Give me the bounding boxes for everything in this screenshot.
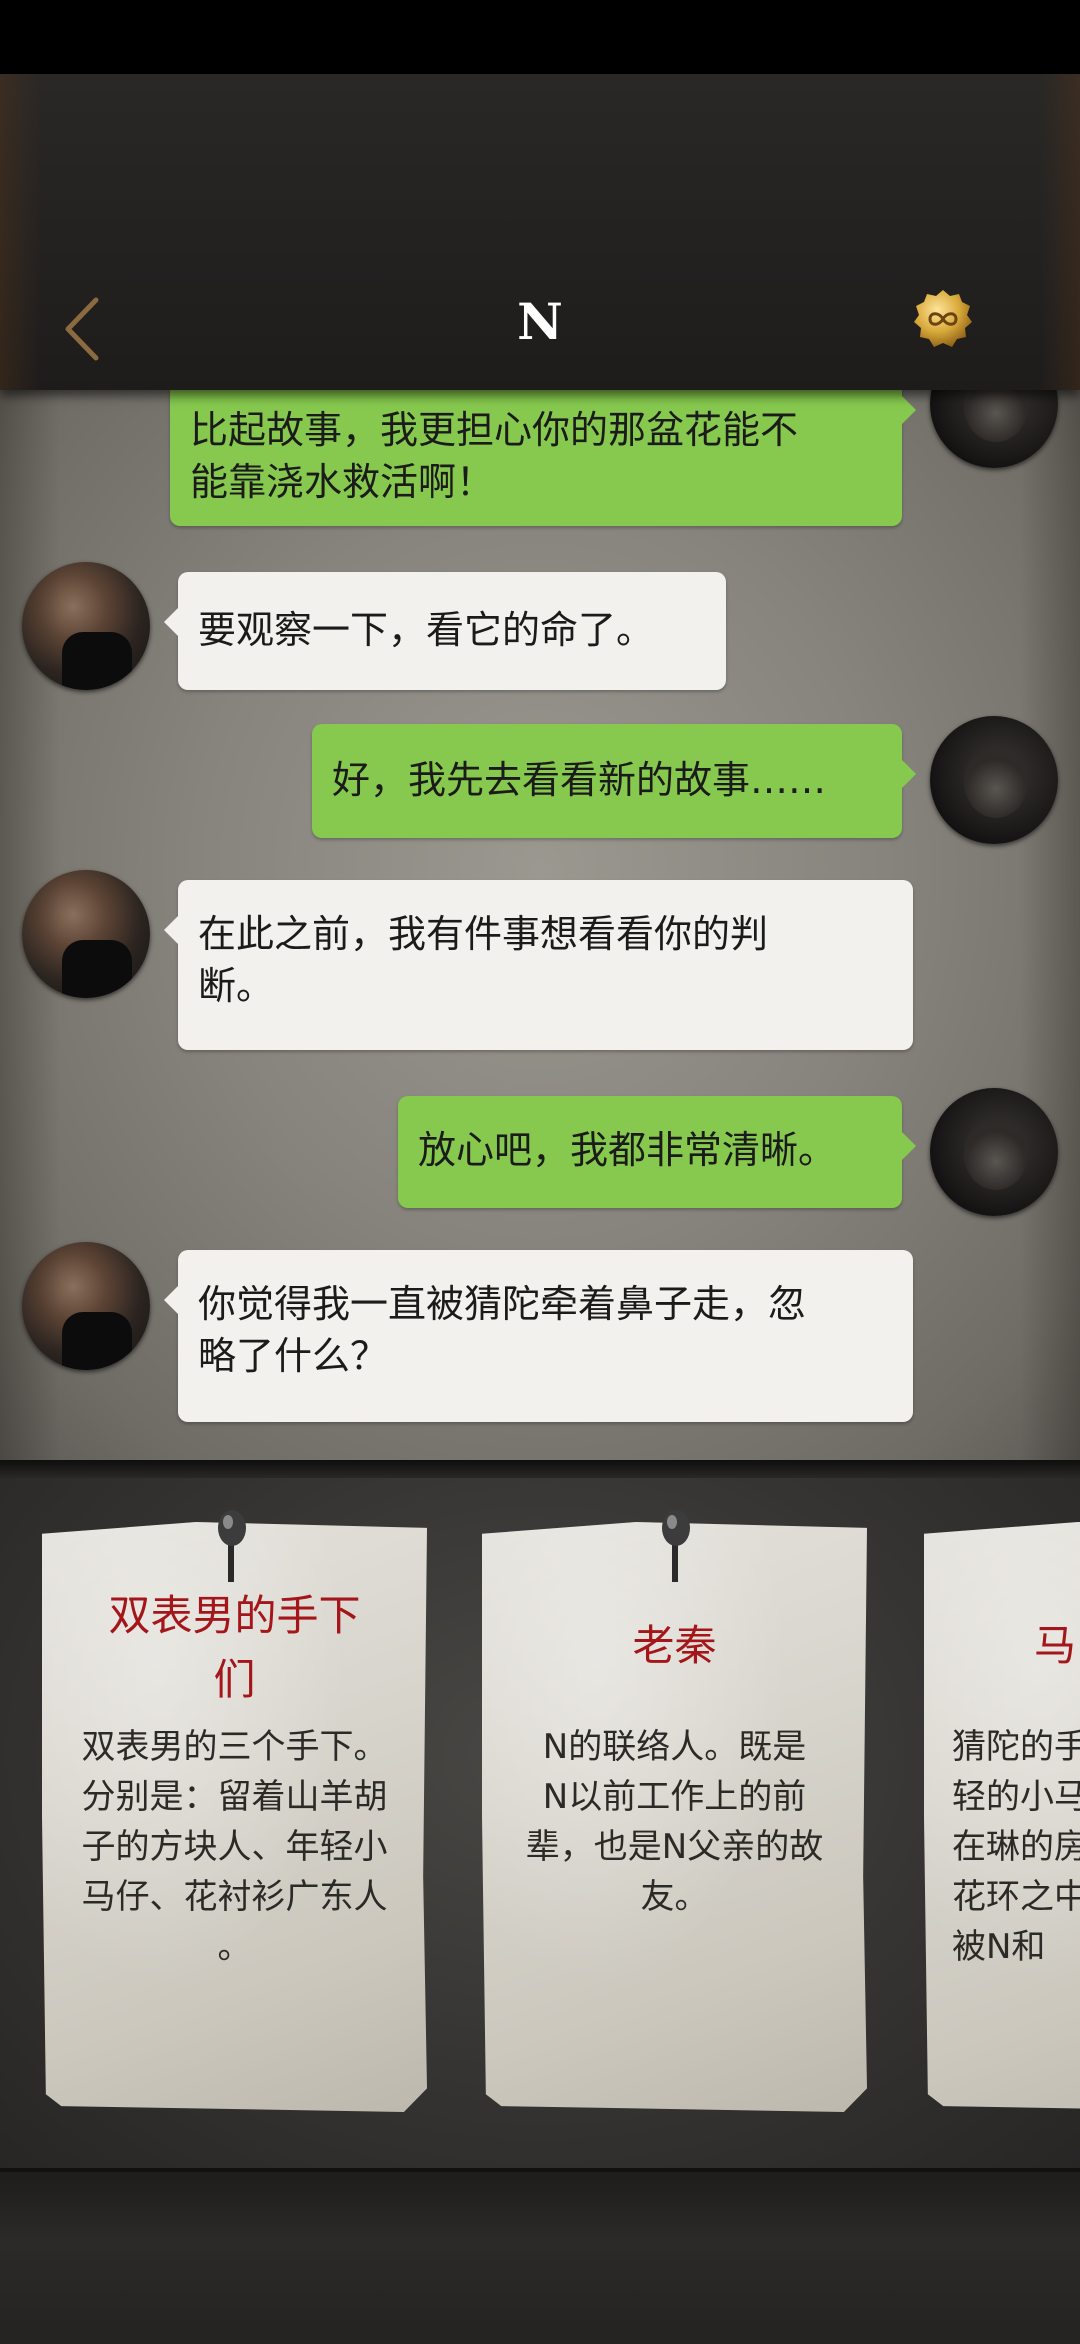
my-avatar[interactable] (930, 390, 1058, 468)
chat-bubble-theirs: 你觉得我一直被猜陀牵着鼻子走，忽 略了什么？ (164, 1250, 913, 1422)
chat-bubble-theirs: 要观察一下，看它的命了。 (164, 572, 726, 690)
infinity-coin-icon (914, 290, 972, 347)
chat-bubble-mine: 放心吧，我都非常清晰。 (398, 1096, 916, 1208)
n-avatar[interactable] (22, 1242, 150, 1370)
card-description: N的联络人。既是 N以前工作上的前 辈，也是N父亲的故 友。 (525, 1727, 824, 1917)
status-bar (0, 0, 1080, 74)
my-avatar[interactable] (930, 716, 1058, 844)
back-button[interactable] (52, 284, 112, 374)
chat-bubble-mine: 比起故事，我更担心你的那盆花能不 能靠浇水救活啊！ (170, 390, 916, 526)
card-title: 双表男的手下 们 (108, 1591, 361, 1704)
card-title: 老秦 (632, 1621, 717, 1670)
n-avatar[interactable] (22, 870, 150, 998)
character-cards-carousel[interactable]: 双表男的手下 们 双表男的三个手下。 分别是：留着山羊胡 子的方块人、年轻小 马… (0, 1478, 1080, 2168)
pushpin-icon (662, 1510, 690, 1582)
character-card[interactable]: 双表男的手下 们 双表男的三个手下。 分别是：留着山羊胡 子的方块人、年轻小 马… (42, 1522, 427, 2112)
character-card[interactable]: 老秦 N的联络人。既是 N以前工作上的前 辈，也是N父亲的故 友。 (482, 1522, 867, 2112)
chat-area[interactable]: 比起故事，我更担心你的那盆花能不 能靠浇水救活啊！ 要观察一下，看它的命了。 好… (0, 390, 1080, 1460)
page-title: N (517, 292, 563, 351)
card-description: 猜陀的手 轻的小马 在琳的房 花环之中 被N和 (952, 1727, 1080, 1967)
card-description: 双表男的三个手下。 分别是：留着山羊胡 子的方块人、年轻小 马仔、花衬衫广东人 … (81, 1727, 388, 1967)
section-divider (0, 1460, 1080, 1478)
my-avatar[interactable] (930, 1088, 1058, 1216)
card-title: 马 (1034, 1621, 1077, 1670)
chevron-left-icon (65, 297, 99, 361)
bottom-bar (0, 2168, 1080, 2344)
character-card[interactable]: 马 猜陀的手 轻的小马 在琳的房 花环之中 被N和 (924, 1522, 1080, 2112)
chat-bubble-mine: 好，我先去看看新的故事…… (312, 724, 916, 838)
n-avatar[interactable] (22, 562, 150, 690)
coin-button[interactable] (912, 288, 974, 350)
chat-bubble-theirs: 在此之前，我有件事想看看你的判 断。 (164, 880, 913, 1050)
pushpin-icon (218, 1510, 246, 1582)
header-bar: N (0, 74, 1080, 390)
